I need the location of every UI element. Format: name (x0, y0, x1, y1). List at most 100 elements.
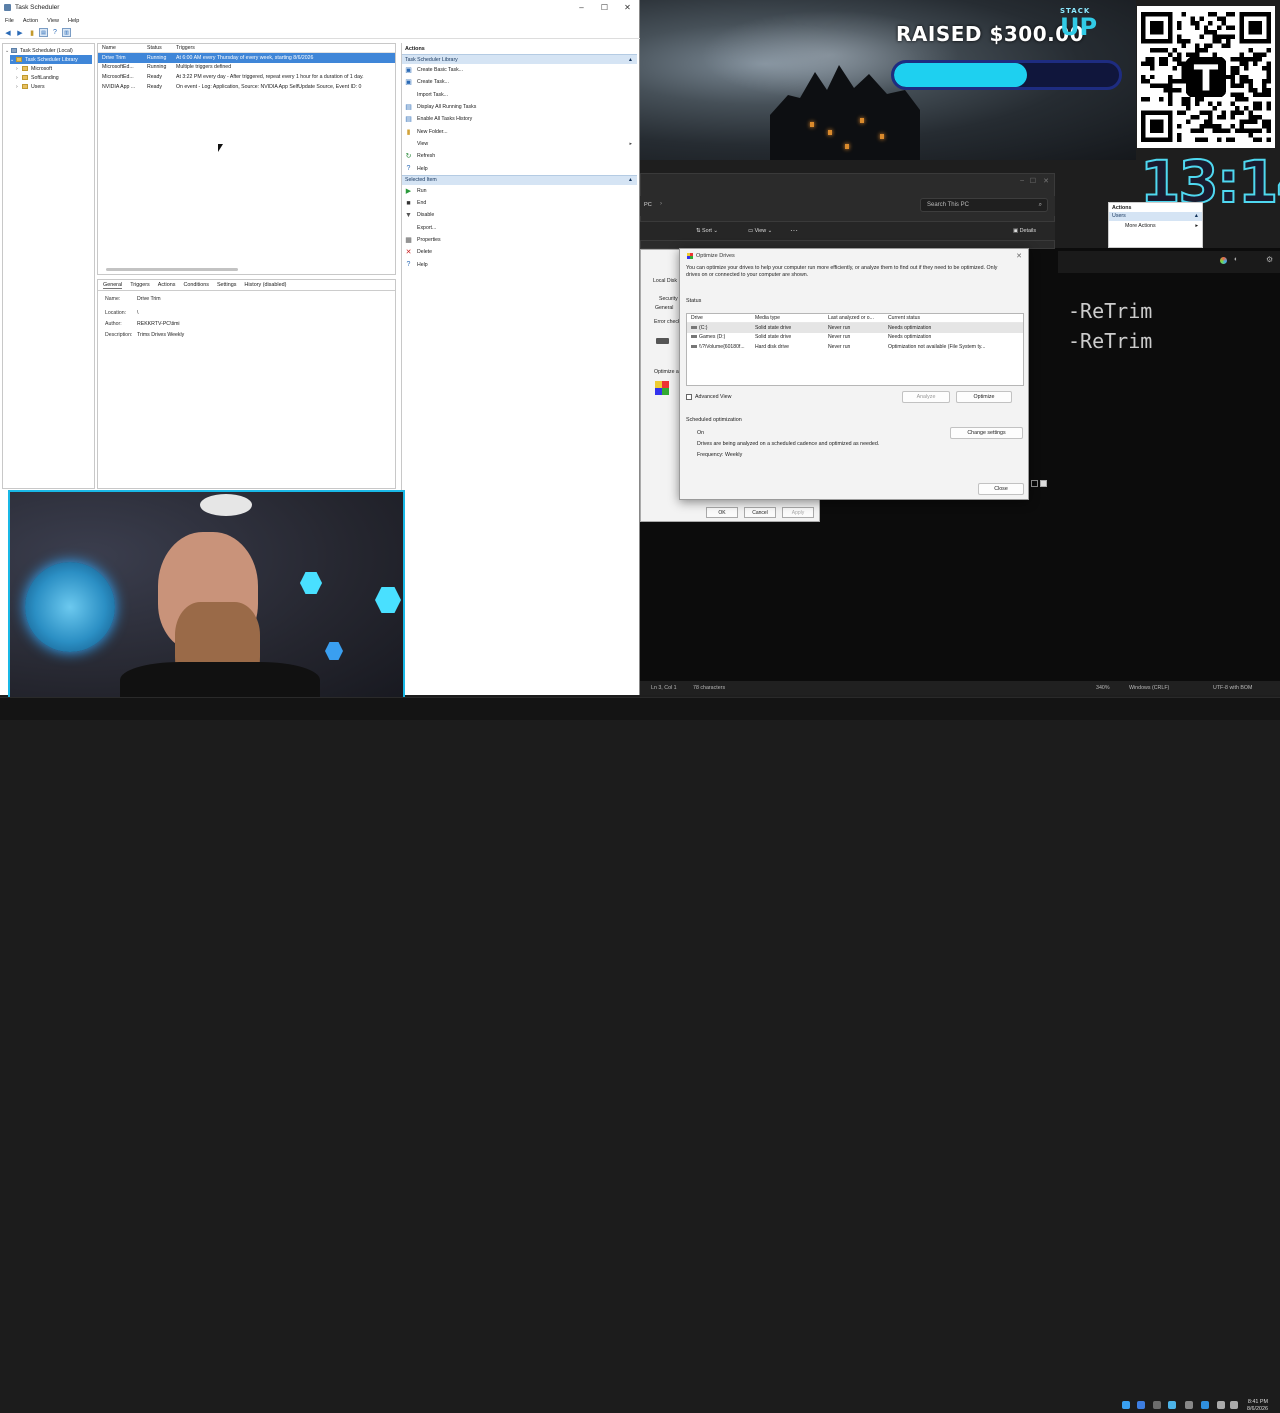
menu-file[interactable]: File (5, 18, 14, 24)
tab-settings[interactable]: Settings (217, 282, 236, 288)
back-arrow-icon[interactable]: ◀ (3, 28, 13, 38)
action-new-folder[interactable]: ▮ New Folder... (402, 125, 637, 137)
zoom-level[interactable]: 340% (1096, 685, 1110, 691)
clock[interactable]: 8:41 PM 8/6/2026 (1247, 1399, 1268, 1413)
minimize-button[interactable]: – (570, 0, 593, 15)
action-help[interactable]: ? Help (402, 258, 637, 270)
library-section-header[interactable]: Task Scheduler Library ▲ (402, 54, 637, 64)
cursor-position[interactable]: Ln 3, Col 1 (651, 685, 677, 691)
bluetooth-icon[interactable] (1201, 1401, 1209, 1409)
forward-arrow-icon[interactable]: ▶ (15, 28, 25, 38)
analyze-button[interactable]: Analyze (902, 391, 950, 403)
show-hide-action-pane-icon[interactable]: ▥ (62, 28, 71, 37)
tab-history[interactable]: History (disabled) (244, 282, 286, 288)
details-button[interactable]: ▣ Details (1013, 228, 1036, 234)
column-last-analyzed[interactable]: Last analyzed or o... (828, 315, 888, 321)
tree-node-local[interactable]: ⌄ Task Scheduler (Local) (5, 46, 92, 55)
cancel-button[interactable]: Cancel (744, 507, 776, 518)
tab-conditions[interactable]: Conditions (183, 282, 208, 288)
table-row[interactable]: MicrosoftEd... Ready At 3:22 PM every da… (98, 72, 395, 82)
change-settings-button[interactable]: Change settings (950, 427, 1023, 439)
action-create-basic-task[interactable]: ▣ Create Basic Task... (402, 64, 637, 76)
tray-app-icon[interactable] (1153, 1401, 1161, 1409)
drive-table: Drive Media type Last analyzed or o... C… (686, 313, 1024, 386)
action-display-all-running-tasks[interactable]: ▤ Display All Running Tasks (402, 101, 637, 113)
profile-icon[interactable]: ◐ (1234, 256, 1238, 263)
action-create-task[interactable]: ▣ Create Task... (402, 76, 637, 88)
copilot-icon[interactable] (1220, 257, 1227, 264)
table-row[interactable]: NVIDIA App ... Ready On event - Log: App… (98, 82, 395, 92)
tab-actions[interactable]: Actions (158, 282, 176, 288)
detail-description-value[interactable]: Trims Drives Weekly (137, 332, 184, 338)
details-view-icon[interactable] (1031, 480, 1038, 487)
table-row[interactable]: \\?\Volume{60180f... Hard disk drive Nev… (687, 342, 1023, 352)
tree-node-microsoft[interactable]: › Microsoft (16, 64, 92, 73)
gear-icon[interactable]: ⚙ (1266, 255, 1273, 264)
breadcrumb[interactable]: PC (644, 202, 652, 208)
close-icon[interactable]: ✕ (1016, 252, 1022, 260)
horizontal-scrollbar[interactable] (106, 268, 238, 271)
more-options-icon[interactable]: ··· (790, 226, 798, 235)
more-actions-item[interactable]: More Actions ▸ (1109, 221, 1202, 231)
tab-triggers[interactable]: Triggers (130, 282, 150, 288)
menu-view[interactable]: View (47, 18, 59, 24)
action-enable-all-tasks-history[interactable]: ▤ Enable All Tasks History (402, 113, 637, 125)
tray-app-icon[interactable] (1185, 1401, 1193, 1409)
volume-icon[interactable] (1230, 1401, 1238, 1409)
tab-security[interactable]: Security (659, 296, 678, 302)
action-properties[interactable]: ▦ Properties (402, 234, 637, 246)
help-icon[interactable]: ? (50, 28, 60, 38)
tab-general[interactable]: General (103, 282, 123, 289)
tree-node-softlanding[interactable]: › SoftLanding (16, 73, 92, 82)
optimize-button[interactable]: Optimize (956, 391, 1012, 403)
encoding[interactable]: UTF-8 with BOM (1213, 685, 1252, 691)
table-row[interactable]: Games (D:) Solid state drive Never run N… (687, 333, 1023, 343)
line-endings[interactable]: Windows (CRLF) (1129, 685, 1169, 691)
column-status[interactable]: Status (147, 45, 176, 51)
menu-help[interactable]: Help (68, 18, 79, 24)
close-button[interactable]: Close (978, 483, 1024, 495)
tray-app-icon[interactable] (1137, 1401, 1145, 1409)
table-row[interactable]: MicrosoftEd... Running Multiple triggers… (98, 63, 395, 73)
table-row[interactable]: (C:) Solid state drive Never run Needs o… (687, 323, 1023, 333)
view-button[interactable]: ▭ View ⌄ (748, 228, 772, 234)
column-drive[interactable]: Drive (687, 315, 755, 321)
users-section[interactable]: Users ▲ (1109, 212, 1202, 221)
advanced-view-checkbox[interactable]: Advanced View (686, 394, 731, 400)
tab-general[interactable]: General (655, 305, 673, 311)
maximize-button[interactable]: ☐ (1030, 177, 1036, 185)
column-current-status[interactable]: Current status (888, 315, 1023, 321)
action-export[interactable]: Export... (402, 222, 637, 234)
table-row[interactable]: Drive Trim Running At 6:00 AM every Thur… (98, 53, 395, 63)
sort-button[interactable]: ⇅ Sort ⌄ (696, 228, 718, 234)
tray-app-icon[interactable] (1122, 1401, 1130, 1409)
menu-action[interactable]: Action (23, 18, 38, 24)
action-view[interactable]: View ▸ (402, 138, 637, 150)
apply-button[interactable]: Apply (782, 507, 814, 518)
column-media-type[interactable]: Media type (755, 315, 828, 321)
minimize-button[interactable]: – (1020, 177, 1024, 184)
up-folder-icon[interactable]: ▮ (27, 28, 37, 38)
tree-node-users[interactable]: › Users (16, 82, 92, 91)
maximize-button[interactable]: ☐ (593, 0, 616, 15)
column-triggers[interactable]: Triggers (176, 45, 395, 51)
action-disable[interactable]: ▼ Disable (402, 209, 637, 221)
action-import-task[interactable]: Import Task... (402, 89, 637, 101)
network-icon[interactable] (1217, 1401, 1225, 1409)
action-delete[interactable]: ✕ Delete (402, 246, 637, 258)
ok-button[interactable]: OK (706, 507, 738, 518)
detail-name-value[interactable]: Drive Trim (137, 296, 161, 302)
action-help[interactable]: ? Help (402, 162, 637, 174)
close-button[interactable]: ✕ (616, 0, 639, 15)
column-name[interactable]: Name (98, 45, 147, 51)
action-run[interactable]: ▶ Run (402, 185, 637, 197)
action-end[interactable]: ■ End (402, 197, 637, 209)
tray-app-icon[interactable] (1168, 1401, 1176, 1409)
close-button[interactable]: ✕ (1043, 177, 1049, 185)
tiles-view-icon[interactable] (1040, 480, 1047, 487)
tree-node-library[interactable]: ⌄ Task Scheduler Library (10, 55, 92, 64)
search-input[interactable]: Search This PC ⌕ (920, 198, 1048, 212)
selected-item-section-header[interactable]: Selected Item ▲ (402, 174, 637, 185)
action-refresh[interactable]: ↻ Refresh (402, 150, 637, 162)
show-hide-tree-icon[interactable]: ▤ (39, 28, 48, 37)
